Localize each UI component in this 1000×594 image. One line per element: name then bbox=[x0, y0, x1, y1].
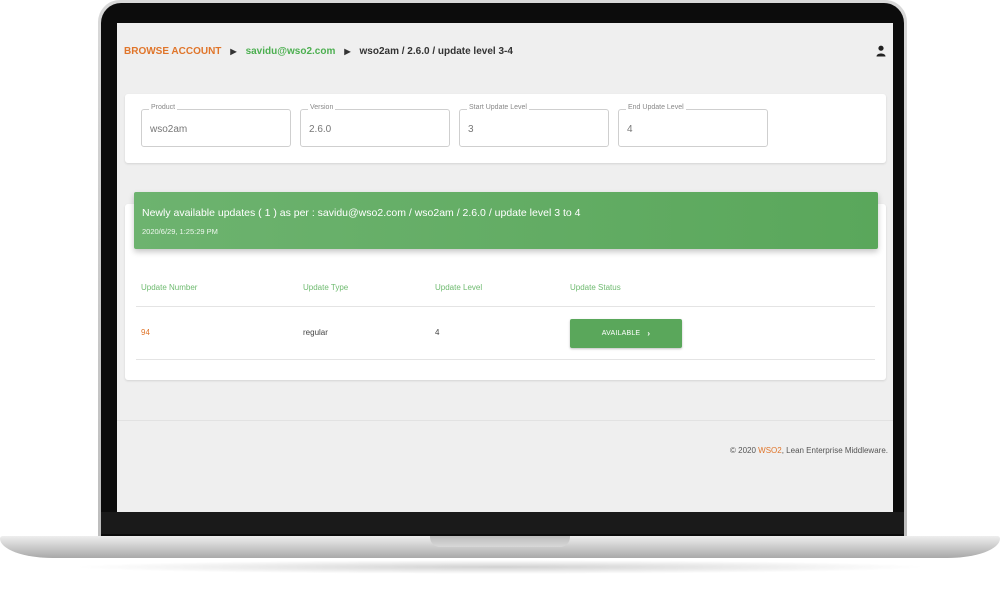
product-field-label: Product bbox=[149, 104, 178, 111]
version-field-value: 2.6.0 bbox=[309, 124, 332, 135]
product-field[interactable]: Product wso2am bbox=[141, 104, 291, 147]
update-number-link[interactable]: 94 bbox=[141, 328, 150, 337]
column-header-update-type: Update Type bbox=[303, 283, 349, 292]
user-icon[interactable] bbox=[876, 44, 886, 57]
banner-timestamp: 2020/6/29, 1:25:29 PM bbox=[142, 227, 218, 236]
footer-divider bbox=[117, 420, 893, 421]
start-update-level-field[interactable]: Start Update Level 3 bbox=[459, 104, 609, 147]
table-header-divider bbox=[136, 306, 875, 307]
breadcrumb-account[interactable]: savidu@wso2.com bbox=[246, 46, 336, 57]
updates-banner: Newly available updates ( 1 ) as per : s… bbox=[134, 192, 878, 249]
footer-suffix: , Lean Enterprise Middleware. bbox=[781, 446, 888, 455]
chevron-right-icon: › bbox=[647, 329, 651, 338]
breadcrumb: BROWSE ACCOUNT ▶ savidu@wso2.com ▶ wso2a… bbox=[124, 44, 513, 58]
update-type-cell: regular bbox=[303, 328, 328, 337]
breadcrumb-browse-account[interactable]: BROWSE ACCOUNT bbox=[124, 46, 221, 57]
banner-title: Newly available updates ( 1 ) as per : s… bbox=[142, 207, 581, 219]
filter-card: Product wso2am Version 2.6.0 Start Updat… bbox=[125, 94, 886, 163]
laptop-shadow bbox=[70, 560, 930, 574]
app-screen: BROWSE ACCOUNT ▶ savidu@wso2.com ▶ wso2a… bbox=[117, 23, 893, 512]
update-level-cell: 4 bbox=[435, 328, 440, 337]
laptop-chin bbox=[101, 512, 904, 534]
caret-right-icon: ▶ bbox=[230, 46, 237, 56]
end-update-level-value: 4 bbox=[627, 124, 633, 135]
footer-prefix: © 2020 bbox=[730, 446, 759, 455]
available-button[interactable]: AVAILABLE › bbox=[570, 319, 682, 348]
column-header-update-number: Update Number bbox=[141, 283, 198, 292]
version-field-label: Version bbox=[308, 104, 336, 111]
laptop-notch bbox=[430, 536, 570, 547]
footer: © 2020 WSO2, Lean Enterprise Middleware. bbox=[730, 446, 888, 455]
start-update-level-label: Start Update Level bbox=[467, 104, 529, 111]
product-field-value: wso2am bbox=[150, 124, 188, 135]
version-field[interactable]: Version 2.6.0 bbox=[300, 104, 450, 147]
table-row-divider bbox=[136, 359, 875, 360]
available-button-label: AVAILABLE bbox=[601, 330, 641, 337]
end-update-level-field[interactable]: End Update Level 4 bbox=[618, 104, 768, 147]
column-header-update-level: Update Level bbox=[435, 283, 483, 292]
breadcrumb-current: wso2am / 2.6.0 / update level 3-4 bbox=[359, 45, 513, 57]
caret-right-icon: ▶ bbox=[344, 46, 351, 56]
column-header-update-status: Update Status bbox=[570, 283, 621, 292]
start-update-level-value: 3 bbox=[468, 124, 474, 135]
footer-brand-link[interactable]: WSO2 bbox=[758, 446, 782, 455]
end-update-level-label: End Update Level bbox=[626, 104, 686, 111]
